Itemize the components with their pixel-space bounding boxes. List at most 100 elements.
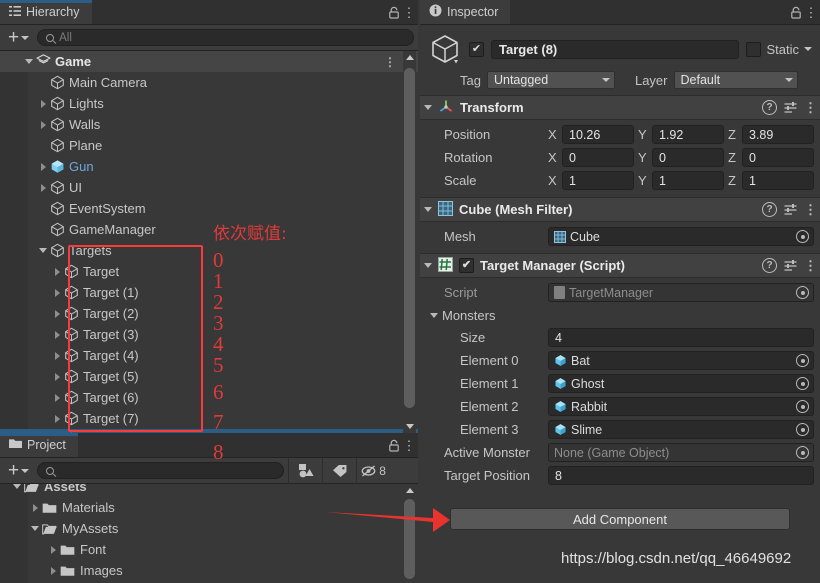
- foldout-open-icon[interactable]: [424, 263, 432, 268]
- hierarchy-row[interactable]: Target (6): [0, 387, 418, 408]
- monsters-array-foldout[interactable]: Monsters: [426, 304, 814, 326]
- gameobject-enabled-checkbox[interactable]: ✔: [469, 41, 484, 57]
- project-tree[interactable]: AssetsMaterialsMyAssetsFontImagesMateria…: [0, 484, 418, 583]
- scroll-up-icon[interactable]: [403, 484, 416, 497]
- project-search-input[interactable]: [37, 462, 285, 479]
- label-filter-icon[interactable]: [322, 457, 356, 484]
- object-picker-icon[interactable]: [796, 377, 809, 390]
- kebab-menu-icon[interactable]: ⋮: [805, 4, 818, 22]
- project-row[interactable]: MyAssets: [0, 518, 418, 539]
- foldout-open-icon[interactable]: [36, 240, 50, 261]
- hierarchy-tree[interactable]: Game ⋮ Main Camera Lights Walls Plane Gun UI Eve…: [0, 51, 418, 433]
- foldout-open-icon[interactable]: [424, 105, 432, 110]
- hierarchy-row[interactable]: Walls: [0, 114, 418, 135]
- foldout-closed-icon[interactable]: [36, 93, 50, 114]
- kebab-menu-icon[interactable]: ⋮: [403, 4, 416, 22]
- project-scrollbar[interactable]: [403, 484, 416, 583]
- hierarchy-row[interactable]: GameManager: [0, 219, 418, 240]
- foldout-closed-icon[interactable]: [28, 497, 42, 518]
- hierarchy-row[interactable]: Lights: [0, 93, 418, 114]
- static-control[interactable]: Static: [746, 41, 812, 57]
- object-filter-icon[interactable]: [288, 457, 322, 484]
- foldout-closed-icon[interactable]: [36, 177, 50, 198]
- foldout-closed-icon[interactable]: [50, 408, 64, 429]
- tab-inspector[interactable]: Inspector: [420, 0, 511, 24]
- monster-element-object-field[interactable]: Bat: [548, 351, 814, 370]
- project-row[interactable]: Images: [0, 560, 418, 581]
- chevron-down-icon[interactable]: [804, 47, 812, 51]
- foldout-closed-icon[interactable]: [50, 345, 64, 366]
- add-component-button[interactable]: Add Component: [450, 508, 790, 530]
- hierarchy-scrollbar[interactable]: [403, 51, 416, 433]
- project-scroll-thumb[interactable]: [404, 499, 415, 579]
- transform-scale-y-input[interactable]: 1: [652, 171, 724, 190]
- transform-position-y-input[interactable]: 1.92: [652, 125, 724, 144]
- foldout-closed-icon[interactable]: [50, 261, 64, 282]
- foldout-open-icon[interactable]: [22, 51, 36, 72]
- tab-hierarchy[interactable]: Hierarchy: [0, 0, 92, 24]
- transform-rotation-x-input[interactable]: 0: [562, 148, 634, 167]
- transform-rotation-y-input[interactable]: 0: [652, 148, 724, 167]
- lock-icon[interactable]: [788, 4, 804, 22]
- script-object-field[interactable]: TargetManager: [548, 283, 814, 302]
- hierarchy-row[interactable]: Gun: [0, 156, 418, 177]
- layer-dropdown[interactable]: Default: [673, 71, 798, 89]
- hierarchy-row-scene[interactable]: Game ⋮: [0, 51, 418, 72]
- hierarchy-row[interactable]: Target (1): [0, 282, 418, 303]
- kebab-menu-icon[interactable]: ⋮: [384, 55, 396, 69]
- target-position-input[interactable]: 8: [548, 466, 814, 485]
- foldout-open-icon[interactable]: [10, 484, 24, 497]
- project-row[interactable]: Assets: [0, 484, 418, 497]
- hierarchy-create-button[interactable]: +: [4, 28, 33, 47]
- foldout-closed-icon[interactable]: [50, 366, 64, 387]
- hierarchy-row[interactable]: Target (4): [0, 345, 418, 366]
- foldout-closed-icon[interactable]: [50, 324, 64, 345]
- preset-icon[interactable]: [783, 258, 798, 273]
- hierarchy-row[interactable]: Target (5): [0, 366, 418, 387]
- preset-icon[interactable]: [783, 202, 798, 217]
- transform-position-z-input[interactable]: 3.89: [742, 125, 814, 144]
- visibility-icon[interactable]: 8: [356, 457, 390, 484]
- foldout-closed-icon[interactable]: [50, 387, 64, 408]
- kebab-menu-icon[interactable]: ⋮: [804, 203, 817, 216]
- static-checkbox[interactable]: [746, 41, 762, 57]
- hierarchy-scroll-thumb[interactable]: [404, 68, 415, 408]
- help-icon[interactable]: ?: [762, 202, 777, 217]
- kebab-menu-icon[interactable]: ⋮: [804, 259, 817, 272]
- monster-element-object-field[interactable]: Slime: [548, 420, 814, 439]
- mesh-object-field[interactable]: Cube: [548, 227, 814, 246]
- project-row[interactable]: Font: [0, 539, 418, 560]
- gameobject-name-input[interactable]: Target (8): [491, 39, 740, 59]
- lock-icon[interactable]: [386, 437, 402, 455]
- hierarchy-row[interactable]: Main Camera: [0, 72, 418, 93]
- transform-scale-z-input[interactable]: 1: [742, 171, 814, 190]
- component-header-transform[interactable]: Transform ? ⋮: [420, 95, 820, 120]
- hierarchy-row[interactable]: Targets: [0, 240, 418, 261]
- component-header-target-manager[interactable]: ✔ Target Manager (Script) ? ⋮: [420, 253, 820, 278]
- hierarchy-row[interactable]: EventSystem: [0, 198, 418, 219]
- object-picker-icon[interactable]: [796, 423, 809, 436]
- component-header-mesh-filter[interactable]: Cube (Mesh Filter) ? ⋮: [420, 197, 820, 222]
- transform-rotation-z-input[interactable]: 0: [742, 148, 814, 167]
- array-size-input[interactable]: 4: [548, 328, 814, 347]
- tag-dropdown[interactable]: Untagged: [486, 71, 615, 89]
- foldout-closed-icon[interactable]: [50, 303, 64, 324]
- foldout-closed-icon[interactable]: [36, 114, 50, 135]
- transform-position-x-input[interactable]: 10.26: [562, 125, 634, 144]
- scroll-down-icon[interactable]: [403, 420, 416, 433]
- tab-project[interactable]: Project: [0, 433, 78, 457]
- help-icon[interactable]: ?: [762, 100, 777, 115]
- foldout-closed-icon[interactable]: [46, 539, 60, 560]
- hierarchy-row[interactable]: Plane: [0, 135, 418, 156]
- hierarchy-row[interactable]: Target (3): [0, 324, 418, 345]
- lock-icon[interactable]: [386, 4, 402, 22]
- project-create-button[interactable]: +: [4, 461, 33, 480]
- foldout-open-icon[interactable]: [28, 518, 42, 539]
- kebab-menu-icon[interactable]: ⋮: [403, 437, 416, 455]
- hierarchy-row[interactable]: Target (2): [0, 303, 418, 324]
- scroll-up-icon[interactable]: [403, 51, 416, 64]
- active-monster-object-field[interactable]: None (Game Object): [548, 443, 814, 462]
- foldout-closed-icon[interactable]: [50, 282, 64, 303]
- foldout-open-icon[interactable]: [424, 207, 432, 212]
- foldout-closed-icon[interactable]: [36, 156, 50, 177]
